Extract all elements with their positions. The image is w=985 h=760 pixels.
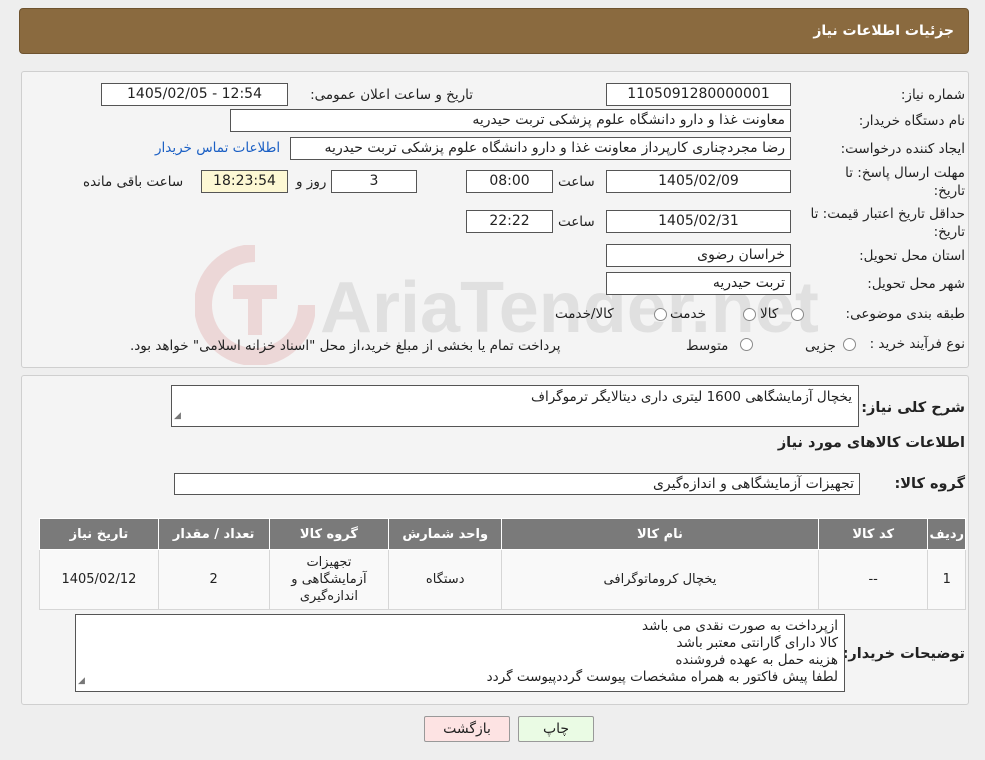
validity-date-field: 1405/02/31 xyxy=(606,210,791,233)
cell-code: -- xyxy=(817,549,929,610)
process-type-label: نوع فرآیند خرید : xyxy=(869,336,965,352)
buyer-note-line: لطفا پیش فاکتور به همراه مشخصات پیوست گر… xyxy=(486,669,838,685)
need-number-field: 1105091280000001 xyxy=(606,83,791,106)
category-goods-service-label: کالا/خدمت xyxy=(555,306,614,322)
city-label: شهر محل تحویل: xyxy=(867,276,965,292)
deadline-time-field: 08:00 xyxy=(466,170,553,193)
summary-label: شرح کلی نیاز: xyxy=(861,400,965,416)
buyer-notes-textarea[interactable]: ازپرداخت به صورت نقدی می باشد کالا دارای… xyxy=(75,614,845,692)
goods-table: ردیف کد کالا نام کالا واحد شمارش گروه کا… xyxy=(39,518,966,610)
cell-row-number: 1 xyxy=(927,549,966,610)
buyer-note-line: هزینه حمل به عهده فروشنده xyxy=(675,652,838,668)
table-row: 1 -- یخچال کروماتوگرافی دستگاه تجهیزات آ… xyxy=(39,549,966,610)
cell-unit: دستگاه xyxy=(388,549,503,610)
category-goods-service-radio[interactable] xyxy=(654,308,667,321)
buyer-notes-label: توضیحات خریدار: xyxy=(842,646,965,662)
cell-name: یخچال کروماتوگرافی xyxy=(501,549,819,610)
deadline-label-date: تاریخ: xyxy=(933,183,965,199)
cell-need-date: 1405/02/12 xyxy=(39,549,159,610)
process-minor-radio[interactable] xyxy=(843,338,856,351)
col-group-header: گروه کالا xyxy=(268,518,390,550)
process-minor-label: جزیی xyxy=(805,338,836,354)
deadline-time-label: ساعت xyxy=(558,174,595,190)
summary-textarea[interactable]: یخچال آزمایشگاهی 1600 لیتری داری دیتالای… xyxy=(171,385,859,427)
goods-group-field: تجهیزات آزمایشگاهی و اندازه‌گیری xyxy=(174,473,860,495)
deadline-label: مهلت ارسال پاسخ: تا xyxy=(845,165,965,181)
buyer-org-field: معاونت غذا و دارو دانشگاه علوم پزشکی ترب… xyxy=(230,109,791,132)
col-unit-header: واحد شمارش xyxy=(388,518,503,550)
city-field: تربت حیدریه xyxy=(606,272,791,295)
category-goods-label: کالا xyxy=(760,306,779,322)
col-qty-header: تعداد / مقدار xyxy=(157,518,270,550)
col-date-header: تاریخ نیاز xyxy=(39,518,159,550)
validity-label: حداقل تاریخ اعتبار قیمت: تا xyxy=(810,206,965,222)
category-service-radio[interactable] xyxy=(743,308,756,321)
goods-table-header-row: ردیف کد کالا نام کالا واحد شمارش گروه کا… xyxy=(39,518,966,550)
remaining-time-field: 18:23:54 xyxy=(201,170,288,193)
category-goods-radio[interactable] xyxy=(791,308,804,321)
col-name-header: نام کالا xyxy=(501,518,819,550)
buyer-contact-link[interactable]: اطلاعات تماس خریدار xyxy=(155,140,280,156)
back-button[interactable]: بازگشت xyxy=(424,716,510,742)
buyer-org-label: نام دستگاه خریدار: xyxy=(858,113,965,129)
creator-field: رضا مجردچناری کارپرداز معاونت غذا و دارو… xyxy=(290,137,791,160)
buyer-note-line: کالا دارای گارانتی معتبر باشد xyxy=(676,635,838,651)
page-header: جزئیات اطلاعات نیاز xyxy=(19,8,969,54)
validity-label-date: تاریخ: xyxy=(933,224,965,240)
summary-text: یخچال آزمایشگاهی 1600 لیتری داری دیتالای… xyxy=(530,389,852,405)
creator-label: ایجاد کننده درخواست: xyxy=(840,141,965,157)
announce-datetime-label: تاریخ و ساعت اعلان عمومی: xyxy=(310,87,473,103)
category-label: طبقه بندی موضوعی: xyxy=(845,306,965,322)
process-medium-radio[interactable] xyxy=(740,338,753,351)
col-row-header: ردیف xyxy=(927,518,966,550)
resize-grip-icon[interactable]: ◢ xyxy=(78,673,85,690)
days-label: روز و xyxy=(296,174,327,190)
cell-quantity: 2 xyxy=(157,549,270,610)
deadline-date-field: 1405/02/09 xyxy=(606,170,791,193)
validity-time-field: 22:22 xyxy=(466,210,553,233)
page-title: جزئیات اطلاعات نیاز xyxy=(813,23,954,39)
goods-group-label: گروه کالا: xyxy=(894,476,965,492)
cell-group: تجهیزات آزمایشگاهی و اندازه‌گیری xyxy=(268,549,390,610)
treasury-note: پرداخت تمام یا بخشی از مبلغ خرید،از محل … xyxy=(130,338,561,354)
need-number-label: شماره نیاز: xyxy=(900,87,965,103)
goods-info-title: اطلاعات کالاهای مورد نیاز xyxy=(777,435,965,451)
process-medium-label: متوسط xyxy=(686,338,729,354)
announce-datetime-field: 1405/02/05 - 12:54 xyxy=(101,83,288,106)
category-service-label: خدمت xyxy=(670,306,706,322)
print-button[interactable]: چاپ xyxy=(518,716,594,742)
remaining-time-label: ساعت باقی مانده xyxy=(83,174,184,190)
resize-grip-icon[interactable]: ◢ xyxy=(174,408,181,425)
col-code-header: کد کالا xyxy=(817,518,929,550)
remaining-days-field: 3 xyxy=(331,170,417,193)
province-field: خراسان رضوی xyxy=(606,244,791,267)
province-label: استان محل تحویل: xyxy=(859,248,965,264)
validity-time-label: ساعت xyxy=(558,214,595,230)
buyer-note-line: ازپرداخت به صورت نقدی می باشد xyxy=(642,618,838,634)
